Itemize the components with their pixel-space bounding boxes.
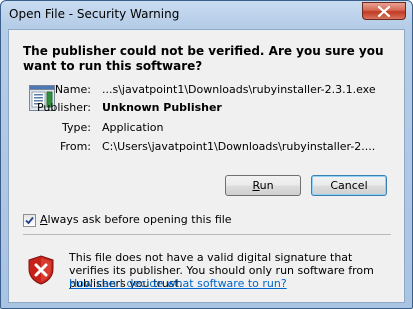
- dialog-headline: The publisher could not be verified. Are…: [23, 44, 384, 73]
- close-button[interactable]: [362, 2, 406, 20]
- publisher-row: Publisher: Unknown Publisher: [11, 101, 401, 114]
- from-row: From: C:\Users\javatpoint1\Downloads\rub…: [11, 140, 401, 153]
- help-link[interactable]: How can I decide what software to run?: [69, 277, 287, 290]
- name-value: ...s\javatpoint1\Downloads\rubyinstaller…: [102, 83, 376, 96]
- checkmark-icon: [25, 216, 34, 225]
- dialog-body: The publisher could not be verified. Are…: [8, 29, 405, 303]
- cancel-button-label: Cancel: [330, 179, 368, 192]
- always-ask-checkbox[interactable]: [23, 214, 36, 227]
- always-ask-label[interactable]: Always ask before opening this file: [40, 213, 232, 226]
- security-shield-icon: [28, 255, 54, 288]
- window-title: Open File - Security Warning: [9, 7, 180, 21]
- from-label: From:: [60, 140, 91, 153]
- run-button[interactable]: Run: [225, 175, 301, 196]
- cancel-button[interactable]: Cancel: [311, 175, 387, 196]
- from-value: C:\Users\javatpoint1\Downloads\rubyinsta…: [102, 140, 376, 153]
- name-label: Name:: [54, 83, 91, 96]
- type-row: Type: Application: [11, 121, 401, 134]
- run-button-label: Run: [252, 179, 274, 192]
- security-warning-dialog: Open File - Security Warning The publish…: [0, 0, 413, 309]
- publisher-value: Unknown Publisher: [102, 101, 222, 114]
- type-label: Type:: [62, 121, 91, 134]
- close-icon: [378, 6, 390, 17]
- publisher-label: Publisher:: [36, 101, 91, 114]
- name-row: Name: ...s\javatpoint1\Downloads\rubyins…: [11, 83, 401, 96]
- title-bar[interactable]: Open File - Security Warning: [1, 1, 412, 29]
- warning-panel: This file does not have a valid digital …: [9, 235, 404, 302]
- type-value: Application: [102, 121, 164, 134]
